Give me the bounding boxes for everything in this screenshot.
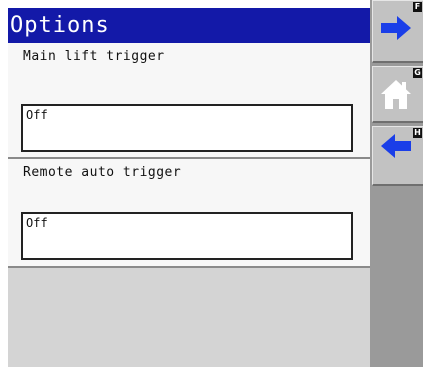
home-button[interactable]: G [372, 66, 423, 123]
softkey-h-label: H [413, 128, 422, 138]
remote-auto-trigger-label: Remote auto trigger [23, 165, 182, 180]
arrow-right-icon [381, 16, 411, 40]
next-page-button[interactable]: F [372, 0, 423, 63]
softkey-g-label: G [413, 68, 422, 78]
softkey-sidebar: F G H [370, 0, 423, 367]
previous-page-button[interactable]: H [372, 126, 423, 186]
main-lift-trigger-field[interactable]: Off [21, 104, 353, 152]
page-title: Options [8, 8, 370, 43]
softkey-f-label: F [413, 2, 422, 12]
main-panel: Options Main lift trigger Off Remote aut… [8, 8, 370, 367]
home-icon [381, 80, 411, 109]
main-lift-trigger-label: Main lift trigger [23, 49, 165, 64]
main-lift-trigger-section: Main lift trigger Off [8, 43, 370, 159]
remote-auto-trigger-section: Remote auto trigger Off [8, 159, 370, 268]
remote-auto-trigger-field[interactable]: Off [21, 212, 353, 260]
arrow-left-icon [381, 134, 411, 158]
